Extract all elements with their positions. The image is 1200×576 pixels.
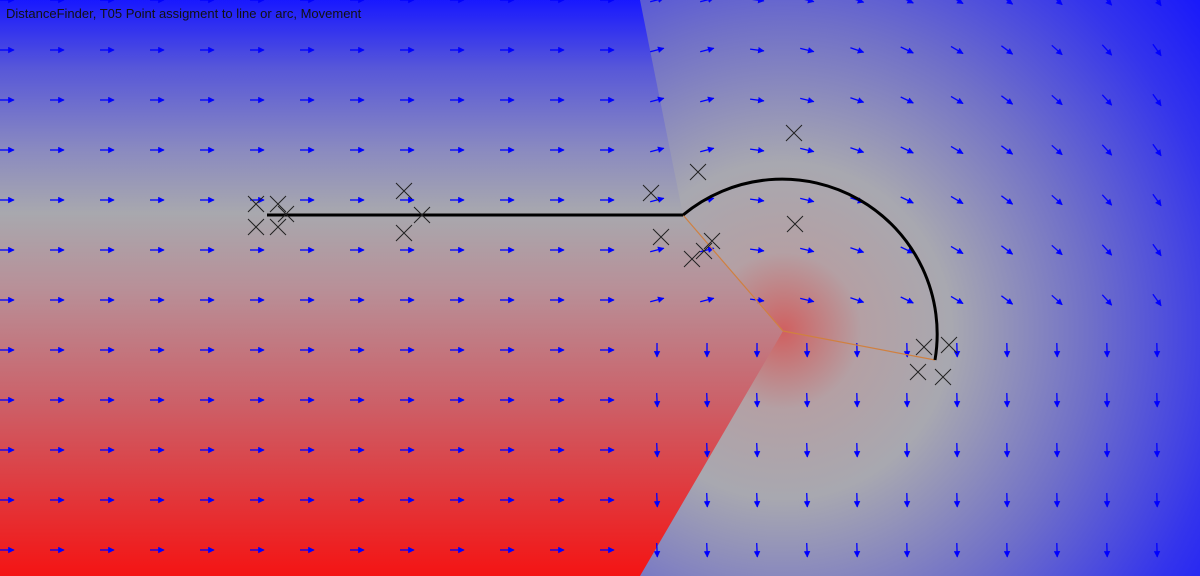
window-title: DistanceFinder, T05 Point assigment to l… [6,6,362,21]
field-arrow [803,542,811,558]
field-arrow [803,442,811,458]
field-arrow [653,542,661,558]
field-arrow [703,392,711,408]
field-arrow [703,442,711,458]
field-arrow [753,392,761,408]
field-arrow [703,492,711,508]
distance-field-canvas [0,0,1200,576]
field-arrow [703,542,711,558]
field-arrow [653,392,661,408]
field-arrow [753,542,761,558]
field-arrow [803,392,811,408]
field-arrow [753,492,761,508]
field-arrow [753,442,761,458]
field-arrow [803,492,811,508]
field-arrow [653,492,661,508]
field-arrow [653,442,661,458]
